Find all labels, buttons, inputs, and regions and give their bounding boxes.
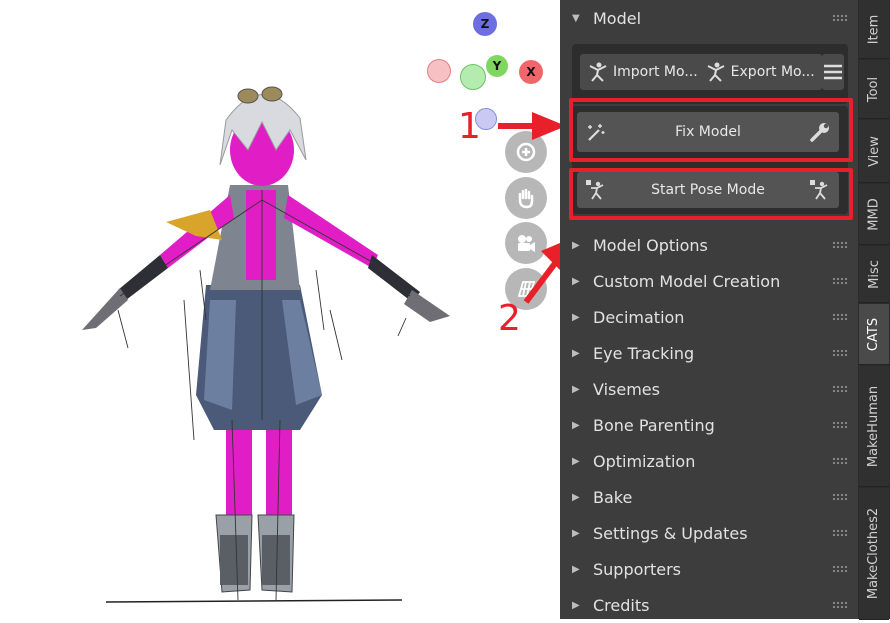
drag-grip-icon[interactable] <box>832 241 848 249</box>
section-model-options[interactable]: ▶ Model Options <box>560 227 858 263</box>
section-visemes[interactable]: ▶ Visemes <box>560 371 858 407</box>
expand-triangle-icon: ▶ <box>572 383 580 395</box>
3d-viewport[interactable]: Z Y X 1 2 <box>0 0 560 619</box>
expand-triangle-icon: ▶ <box>572 419 580 431</box>
drag-grip-icon[interactable] <box>832 277 848 285</box>
section-decimation[interactable]: ▶ Decimation <box>560 299 858 335</box>
section-settings-updates[interactable]: ▶ Settings & Updates <box>560 515 858 551</box>
drag-grip-icon[interactable] <box>832 529 848 537</box>
pose-figure-icon <box>707 62 725 82</box>
collapse-triangle-icon: ▼ <box>572 12 580 24</box>
expand-triangle-icon: ▶ <box>572 311 580 323</box>
tab-item[interactable]: Item <box>859 0 889 59</box>
tab-misc[interactable]: Misc <box>859 246 889 303</box>
drag-grip-icon[interactable] <box>832 565 848 573</box>
tab-makehuman[interactable]: MakeHuman <box>859 366 889 487</box>
tab-mmd[interactable]: MMD <box>859 184 889 245</box>
expand-triangle-icon: ▶ <box>572 275 580 287</box>
drag-grip-icon[interactable] <box>832 385 848 393</box>
highlight-box-2 <box>569 168 853 220</box>
import-model-button[interactable]: Import Mo... Export Mo... <box>580 54 822 90</box>
annotation-step-2: 2 <box>498 298 521 339</box>
tab-tool[interactable]: Tool <box>859 60 889 119</box>
drag-grip-icon[interactable] <box>832 313 848 321</box>
expand-triangle-icon: ▶ <box>572 239 580 251</box>
drag-grip-icon[interactable] <box>832 14 848 22</box>
export-model-label[interactable]: Export Mo... <box>731 64 815 80</box>
section-bake[interactable]: ▶ Bake <box>560 479 858 515</box>
expand-triangle-icon: ▶ <box>572 347 580 359</box>
annotation-arrows <box>498 112 560 304</box>
expand-triangle-icon: ▶ <box>572 563 580 575</box>
section-optimization[interactable]: ▶ Optimization <box>560 443 858 479</box>
expand-triangle-icon: ▶ <box>572 491 580 503</box>
drag-grip-icon[interactable] <box>832 493 848 501</box>
model-box: Import Mo... Export Mo... <box>572 44 848 104</box>
tab-cats[interactable]: CATS <box>859 304 889 365</box>
section-credits[interactable]: ▶ Credits <box>560 587 858 623</box>
drag-grip-icon[interactable] <box>832 349 848 357</box>
expand-triangle-icon: ▶ <box>572 455 580 467</box>
section-bone-parenting[interactable]: ▶ Bone Parenting <box>560 407 858 443</box>
section-eye-tracking[interactable]: ▶ Eye Tracking <box>560 335 858 371</box>
highlight-box-1 <box>569 98 853 162</box>
model-panel-header[interactable]: ▼ Model <box>560 0 858 36</box>
annotation-step-1: 1 <box>458 106 481 147</box>
hamburger-menu-icon <box>824 64 842 80</box>
expand-triangle-icon: ▶ <box>572 599 580 611</box>
sidebar-tabs: Item Tool View MMD Misc CATS MakeHuman M… <box>858 0 890 620</box>
menu-button[interactable] <box>822 54 844 90</box>
expand-triangle-icon: ▶ <box>572 527 580 539</box>
drag-grip-icon[interactable] <box>832 457 848 465</box>
section-custom-model-creation[interactable]: ▶ Custom Model Creation <box>560 263 858 299</box>
cats-side-panel: ▼ Model Import Mo... Export Mo... Fix Mo… <box>560 0 858 619</box>
section-supporters[interactable]: ▶ Supporters <box>560 551 858 587</box>
pose-figure-icon <box>589 62 607 82</box>
drag-grip-icon[interactable] <box>832 601 848 609</box>
tab-view[interactable]: View <box>859 120 889 183</box>
tab-makeclothes2[interactable]: MakeClothes2 <box>859 488 889 620</box>
drag-grip-icon[interactable] <box>832 421 848 429</box>
